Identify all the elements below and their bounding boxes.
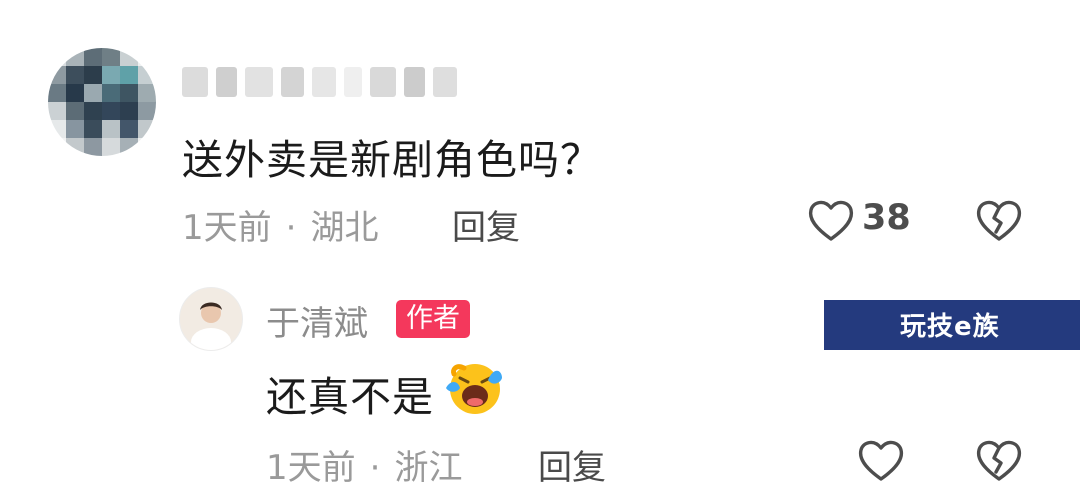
author-avatar[interactable] (179, 287, 243, 351)
comment-time: 1天前 (182, 208, 272, 248)
broken-heart-icon[interactable] (974, 196, 1024, 246)
reply-button[interactable]: 回复 (538, 440, 606, 489)
meta-separator: · (285, 208, 297, 248)
meta-separator: · (369, 448, 381, 488)
reply-meta: 1天前 · 浙江 (266, 440, 462, 489)
reply-button[interactable]: 回复 (452, 200, 520, 249)
laughing-crying-emoji-icon (444, 360, 504, 416)
reply-location: 浙江 (394, 448, 463, 488)
commenter-avatar-blurred[interactable] (48, 48, 156, 156)
broken-heart-icon[interactable] (974, 436, 1024, 486)
author-badge: 作者 (396, 300, 470, 338)
comment-text: 送外卖是新剧角色吗？ (182, 136, 602, 184)
reply-time: 1天前 (266, 448, 356, 488)
author-name[interactable]: 于清斌 (266, 296, 368, 345)
heart-outline-icon[interactable] (806, 196, 856, 246)
comment-meta: 1天前 · 湖北 (182, 200, 378, 249)
comment-location: 湖北 (310, 208, 379, 248)
reply-text: 还真不是 (266, 373, 434, 421)
like-count: 38 (862, 198, 911, 238)
watermark-logo: 玩技e族 (824, 300, 1080, 350)
watermark-text: 玩技e族 (900, 312, 1000, 342)
heart-outline-icon[interactable] (856, 436, 906, 486)
commenter-name-blurred[interactable] (182, 62, 457, 102)
